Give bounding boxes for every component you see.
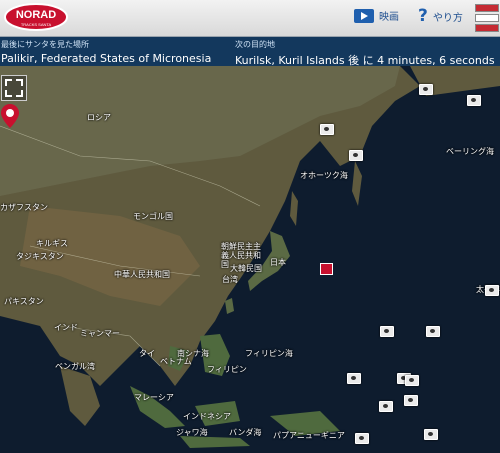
map-label-south-korea: 大韓民国 — [230, 264, 262, 273]
camera-pin-icon[interactable] — [379, 401, 393, 412]
flag-icon — [475, 24, 499, 32]
map-label-myanmar: ミャンマー — [80, 329, 120, 338]
play-icon — [354, 8, 374, 23]
question-icon: ? — [418, 6, 428, 26]
map-label-japan: 日本 — [270, 258, 286, 267]
camera-pin-icon[interactable] — [419, 84, 433, 95]
santa-location-icon[interactable] — [320, 263, 333, 275]
info-bar: 最後にサンタを見た場所 Palikir, Federated States of… — [0, 37, 500, 68]
camera-pin-icon[interactable] — [424, 429, 438, 440]
map-label-java-sea: ジャワ海 — [176, 428, 208, 437]
svg-text:NORAD: NORAD — [16, 9, 56, 21]
last-seen-label: 最後にサンタを見た場所 — [1, 40, 89, 49]
map-label-banda-sea: バンダ海 — [229, 428, 262, 437]
video-button[interactable]: 映画 — [354, 8, 399, 23]
camera-pin-icon[interactable] — [467, 95, 481, 106]
map-label-indonesia: インドネシア — [183, 412, 231, 421]
next-destination-panel: 次の目的地 Kurilsk, Kuril Islands 後 に 4 minut… — [235, 39, 495, 68]
flag-icon — [475, 14, 499, 22]
norad-logo[interactable]: NORAD TRACKS SANTA — [3, 2, 69, 32]
map-label-thailand: タイ — [139, 349, 155, 358]
map-label-bering: ベーリング海 — [446, 147, 494, 156]
santa-marker-icon[interactable] — [1, 104, 19, 128]
map-label-taiwan: 台湾 — [222, 275, 238, 284]
help-label: やり方 — [432, 12, 463, 24]
map-label-philippines: フィリピン — [207, 365, 247, 374]
map-label-png: パプアニューギニア — [273, 431, 345, 440]
camera-pin-icon[interactable] — [404, 395, 418, 406]
camera-pin-icon[interactable] — [380, 326, 394, 337]
last-seen-value: Palikir, Federated States of Micronesia — [1, 52, 212, 65]
map-label-malaysia: マレーシア — [134, 393, 174, 402]
map-label-pakistan: パキスタン — [4, 297, 44, 306]
last-seen-panel: 最後にサンタを見た場所 Palikir, Federated States of… — [1, 39, 211, 65]
camera-pin-icon[interactable] — [320, 124, 334, 135]
map-label-india: インド — [54, 323, 78, 332]
flag-icon — [475, 4, 499, 12]
map-label-okhotsk: オホーツク海 — [300, 171, 348, 180]
camera-pin-icon[interactable] — [485, 285, 499, 296]
help-button[interactable]: ? やり方 — [418, 6, 463, 26]
camera-pin-icon[interactable] — [349, 150, 363, 161]
fullscreen-button[interactable] — [1, 75, 27, 101]
language-selector[interactable] — [475, 4, 499, 32]
camera-pin-icon[interactable] — [405, 375, 419, 386]
map-label-tajikistan: タジキスタン — [16, 252, 64, 261]
map-label-china: 中華人民共和国 — [114, 270, 170, 279]
map-label-kyrgyz: キルギス — [36, 239, 68, 248]
expand-icon — [5, 79, 23, 97]
map-label-bengal: ベンガル湾 — [55, 362, 95, 371]
video-label: 映画 — [379, 12, 399, 23]
top-bar: NORAD TRACKS SANTA 映画 ? やり方 — [0, 0, 500, 37]
camera-pin-icon[interactable] — [426, 326, 440, 337]
map-label-kazakhstan: カザフスタン — [0, 203, 48, 212]
camera-pin-icon[interactable] — [355, 433, 369, 444]
next-destination-label: 次の目的地 — [235, 40, 275, 49]
map-label-mongolia: モンゴル国 — [133, 212, 173, 221]
svg-text:TRACKS SANTA: TRACKS SANTA — [21, 22, 52, 27]
map-label-south-china-sea: 南シナ海 — [177, 349, 209, 358]
map-label-philippine-sea: フィリピン海 — [245, 349, 293, 358]
camera-pin-icon[interactable] — [347, 373, 361, 384]
map-label-russia: ロシア — [87, 113, 111, 122]
